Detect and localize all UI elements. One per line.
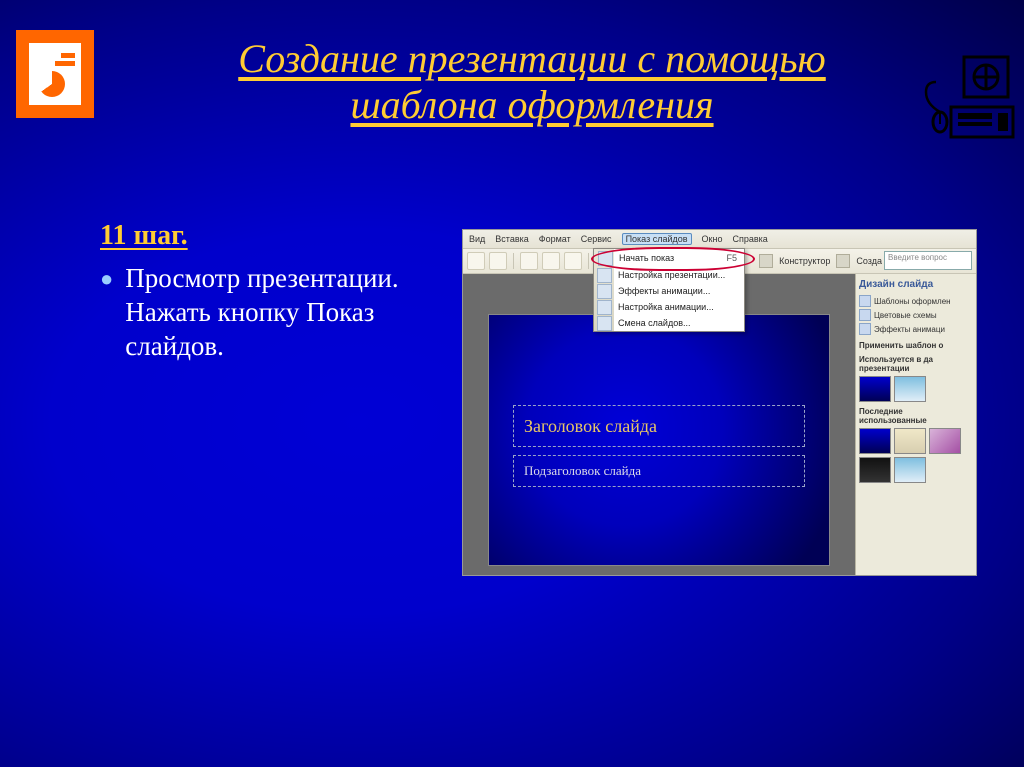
computer-clipart — [916, 52, 1016, 142]
ask-question-box[interactable]: Введите вопрос — [884, 251, 972, 270]
taskpane-header: Дизайн слайда — [859, 277, 973, 294]
template-thumb[interactable] — [859, 376, 891, 402]
constructor-button[interactable]: Конструктор — [779, 256, 830, 266]
presentation-slide: Создание презентации с помощью шаблона о… — [0, 0, 1024, 767]
inner-slide: Заголовок слайда Подзаголовок слайда — [488, 314, 830, 566]
powerpoint-logo — [16, 30, 94, 118]
toolbar-button[interactable] — [520, 252, 538, 270]
menu-item-transition[interactable]: Смена слайдов... — [594, 315, 744, 331]
menu-tools[interactable]: Сервис — [581, 234, 612, 244]
template-thumb[interactable] — [929, 428, 961, 454]
bullet-icon: ● — [100, 262, 113, 363]
taskpane-link-templates[interactable]: Шаблоны оформлен — [859, 294, 973, 308]
menu-insert[interactable]: Вставка — [495, 234, 528, 244]
effects-icon — [859, 323, 871, 335]
template-thumb[interactable] — [859, 428, 891, 454]
templates-icon — [859, 295, 871, 307]
toolbar-button[interactable] — [489, 252, 507, 270]
template-thumb[interactable] — [894, 376, 926, 402]
transition-icon — [597, 316, 612, 331]
menu-help[interactable]: Справка — [732, 234, 767, 244]
slide-title: Создание презентации с помощью шаблона о… — [140, 36, 924, 128]
template-thumb[interactable] — [894, 428, 926, 454]
setup-icon — [597, 268, 612, 283]
anim-setup-icon — [597, 300, 612, 315]
subtitle-placeholder[interactable]: Подзаголовок слайда — [513, 455, 805, 487]
template-thumb[interactable] — [894, 457, 926, 483]
used-in-label: Используется в да презентации — [859, 355, 973, 373]
used-thumbs — [859, 376, 973, 402]
menu-item-start-show[interactable]: Начать показ F5 — [595, 250, 743, 266]
title-line-1: Создание презентации с помощью — [238, 36, 826, 81]
menu-view[interactable]: Вид — [469, 234, 485, 244]
menu-item-anim-setup[interactable]: Настройка анимации... — [594, 299, 744, 315]
toolbar-button[interactable] — [542, 252, 560, 270]
menu-item-setup[interactable]: Настройка презентации... — [594, 267, 744, 283]
step-heading: 11 шаг. — [100, 220, 420, 252]
step-body-row: ● Просмотр презентации. Нажать кнопку По… — [100, 262, 420, 363]
apply-template-label: Применить шаблон о — [859, 341, 973, 350]
constructor-icon — [759, 254, 773, 268]
menu-slideshow[interactable]: Показ слайдов — [622, 233, 692, 245]
anim-effects-icon — [597, 284, 612, 299]
taskpane-link-effects[interactable]: Эффекты анимаци — [859, 322, 973, 336]
start-show-icon — [598, 251, 613, 266]
embedded-screenshot: Вид Вставка Формат Сервис Показ слайдов … — [462, 229, 977, 576]
slideshow-dropdown: Начать показ F5 Настройка презентации...… — [593, 248, 745, 332]
create-icon — [836, 254, 850, 268]
menu-item-anim-effects[interactable]: Эффекты анимации... — [594, 283, 744, 299]
colors-icon — [859, 309, 871, 321]
menubar: Вид Вставка Формат Сервис Показ слайдов … — [463, 230, 976, 249]
recent-label: Последние использованные — [859, 407, 973, 425]
create-button[interactable]: Созда — [856, 256, 882, 266]
menu-window[interactable]: Окно — [702, 234, 723, 244]
design-taskpane: Дизайн слайда Шаблоны оформлен Цветовые … — [855, 274, 976, 576]
menu-format[interactable]: Формат — [539, 234, 571, 244]
taskpane-link-colors[interactable]: Цветовые схемы — [859, 308, 973, 322]
toolbar-button[interactable] — [564, 252, 582, 270]
recent-thumbs — [859, 428, 973, 483]
toolbar-button[interactable] — [467, 252, 485, 270]
title-placeholder[interactable]: Заголовок слайда — [513, 405, 805, 447]
template-thumb[interactable] — [859, 457, 891, 483]
step-body-text: Просмотр презентации. Нажать кнопку Пока… — [125, 262, 420, 363]
title-line-2: шаблона оформления — [350, 82, 713, 127]
text-column: 11 шаг. ● Просмотр презентации. Нажать к… — [100, 220, 420, 727]
